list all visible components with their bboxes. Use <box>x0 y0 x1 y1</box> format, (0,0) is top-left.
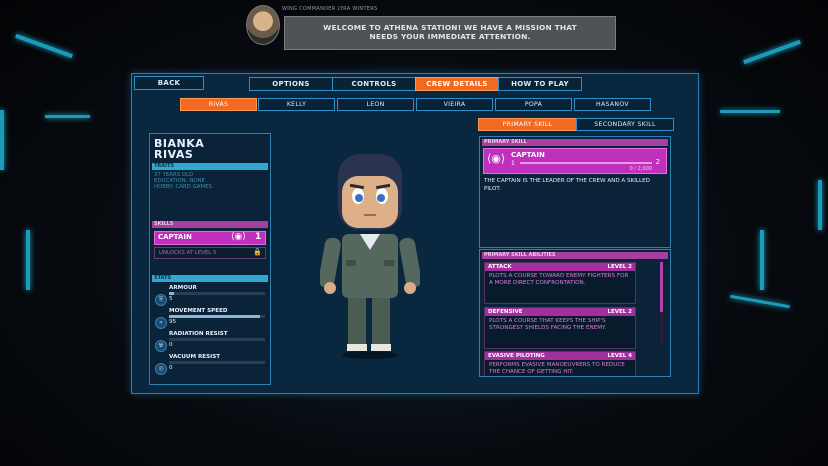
speaker-name: WING COMMANDER LYRA WINTERS <box>282 6 378 12</box>
neon-light <box>818 180 822 230</box>
abilities-header: PRIMARY SKILL ABILITIES <box>482 252 668 259</box>
stat-vacuum-bar <box>169 361 265 364</box>
primary-skill-card: ⟨◉⟩ CAPTAIN 1 2 0 / 2,000 <box>483 148 667 174</box>
stat-armour-label: ARMOUR <box>169 285 197 291</box>
stat-vacuum-label: VACUUM RESIST <box>169 354 221 360</box>
locked-skill-slot: UNLOCKS AT LEVEL 5 🔒 <box>154 247 266 259</box>
unlock-text: UNLOCKS AT LEVEL 5 <box>159 250 217 256</box>
ability-defensive: DEFENSIVE LEVEL 2 PLOTS A COURSE THAT KEE… <box>484 307 636 349</box>
commander-portrait <box>246 5 280 45</box>
tab-primary-skill[interactable]: PRIMARY SKILL <box>478 118 577 131</box>
stat-radiation-label: RADIATION RESIST <box>169 331 228 337</box>
crew-details-panel: BACK OPTIONS CONTROLS CREW DETAILS HOW T… <box>131 73 699 394</box>
scrollbar-thumb[interactable] <box>660 262 663 312</box>
stat-armour-value: 5 <box>169 296 173 302</box>
tab-options[interactable]: OPTIONS <box>249 77 333 91</box>
character-last-name: RIVAS <box>154 148 194 161</box>
character-info-panel: BIANKA RIVAS TRAITS 37 YEARS OLD EDUCATI… <box>149 133 271 385</box>
trait-hobby: HOBBY: CARD GAMES <box>154 184 212 190</box>
captain-skill-bar[interactable]: CAPTAIN ⟨◉⟩ 1 <box>154 231 266 245</box>
primary-skill-name: CAPTAIN <box>511 151 545 159</box>
stat-speed-bar <box>169 315 265 318</box>
primary-skill-description: THE CAPTAIN IS THE LEADER OF THE CREW AN… <box>484 178 650 192</box>
skill-name: CAPTAIN <box>158 233 192 241</box>
ability-level: LEVEL 2 <box>607 264 632 270</box>
ability-text: PLOTS A COURSE THAT KEEPS THE SHIP'S STR… <box>489 318 607 331</box>
level-from: 1 <box>511 160 515 167</box>
crew-tab-vieira[interactable]: VIEIRA <box>416 98 493 111</box>
tab-controls[interactable]: CONTROLS <box>332 77 416 91</box>
ability-text: PLOTS A COURSE TOWARD ENEMY FIGHTERS FOR… <box>489 273 629 286</box>
neon-light <box>0 110 4 170</box>
crew-tab-leon[interactable]: LEON <box>337 98 414 111</box>
ability-name: ATTACK <box>488 264 512 270</box>
tab-how-to-play[interactable]: HOW TO PLAY <box>498 77 582 91</box>
message-box: WELCOME TO ATHENA STATION! WE HAVE A MIS… <box>284 16 616 50</box>
ability-text: PERFORMS EVASIVE MANOEUVRERS TO REDUCE T… <box>489 362 625 375</box>
vacuum-icon: ◎ <box>155 363 167 375</box>
back-button[interactable]: BACK <box>134 76 204 90</box>
stat-radiation-bar <box>169 338 265 341</box>
ability-attack: ATTACK LEVEL 2 PLOTS A COURSE TOWARD ENEM… <box>484 262 636 304</box>
skill-level: 1 <box>255 232 262 242</box>
xp-text: 0 / 2,000 <box>629 166 652 172</box>
ability-level: LEVEL 2 <box>607 309 632 315</box>
abilities-scrollbar[interactable] <box>660 262 663 346</box>
stat-speed-value: 95 <box>169 319 177 325</box>
abilities-panel: PRIMARY SKILL ABILITIES ATTACK LEVEL 2 PL… <box>479 249 671 377</box>
character-model <box>320 154 420 359</box>
captain-badge-icon: ⟨◉⟩ <box>231 232 246 242</box>
speed-icon: » <box>155 317 167 329</box>
level-to: 2 <box>655 158 660 166</box>
crew-tab-rivas[interactable]: RIVAS <box>180 98 257 111</box>
primary-skill-panel: PRIMARY SKILL ⟨◉⟩ CAPTAIN 1 2 0 / 2,000 … <box>479 136 671 248</box>
neon-light <box>45 115 90 118</box>
tab-secondary-skill[interactable]: SECONDARY SKILL <box>576 118 674 131</box>
stat-radiation-value: 0 <box>169 342 173 348</box>
stats-header: STATS <box>152 275 268 282</box>
tab-crew-details[interactable]: CREW DETAILS <box>415 77 499 91</box>
stat-vacuum-value: 0 <box>169 365 173 371</box>
stat-speed-label: MOVEMENT SPEED <box>169 308 228 314</box>
crew-tab-popa[interactable]: POPA <box>495 98 572 111</box>
stat-armour-bar <box>169 292 265 295</box>
traits-header: TRAITS <box>152 163 268 170</box>
ability-name: DEFENSIVE <box>488 309 523 315</box>
crew-tab-hasanov[interactable]: HASANOV <box>574 98 651 111</box>
radiation-icon: ☢ <box>155 340 167 352</box>
skills-header: SKILLS <box>152 221 268 228</box>
ability-level: LEVEL 4 <box>607 353 632 359</box>
crew-tab-kelly[interactable]: KELLY <box>258 98 335 111</box>
neon-light <box>760 230 764 290</box>
ability-name: EVASIVE PILOTING <box>488 353 545 359</box>
lock-icon: 🔒 <box>253 248 262 256</box>
neon-light <box>26 230 30 290</box>
message-text: WELCOME TO ATHENA STATION! WE HAVE A MIS… <box>323 23 577 41</box>
xp-bar <box>520 162 652 164</box>
captain-badge-icon: ⟨◉⟩ <box>487 152 506 165</box>
primary-skill-header: PRIMARY SKILL <box>482 139 668 146</box>
armour-icon: ⛨ <box>155 294 167 306</box>
neon-light <box>720 110 780 113</box>
ability-evasive-piloting: EVASIVE PILOTING LEVEL 4 PERFORMS EVASIVE… <box>484 351 636 376</box>
